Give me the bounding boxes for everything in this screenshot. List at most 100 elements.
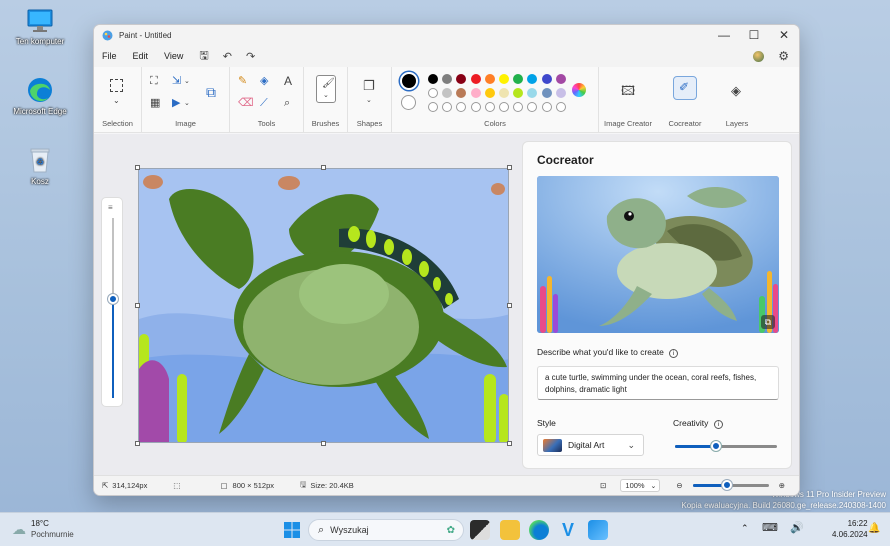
resize-icon[interactable]: ⇲ [172, 76, 181, 87]
color-swatch[interactable] [470, 74, 481, 84]
color-swatch[interactable] [555, 88, 566, 98]
color-swatch[interactable] [484, 74, 495, 84]
brush-icon[interactable]: 🖌 ⌄ [316, 75, 336, 103]
color-swatch[interactable] [484, 102, 495, 112]
desktop-icon-recycle-bin[interactable]: ♻ Kosz [0, 146, 80, 186]
network-icon[interactable]: ⌨ [762, 521, 778, 534]
store-icon[interactable] [588, 520, 608, 540]
color-swatch[interactable] [470, 88, 481, 98]
color-swatch[interactable] [428, 74, 438, 84]
color-swatch[interactable] [442, 102, 453, 112]
edit-colors-icon[interactable] [572, 83, 586, 97]
account-avatar[interactable] [753, 50, 765, 62]
show-hidden-icons[interactable]: ⌃ [741, 523, 749, 534]
fill-bucket-icon[interactable]: ◈ [260, 76, 268, 87]
layers-icon[interactable]: ◈ [731, 84, 741, 97]
undo-icon[interactable]: ↶ [223, 50, 232, 63]
crop-icon[interactable]: ⛶ [150, 76, 158, 87]
resize-handle[interactable] [507, 303, 512, 308]
select-all-icon[interactable]: ▦ [150, 98, 160, 109]
task-view-icon[interactable] [470, 520, 490, 540]
color-swatch[interactable] [555, 74, 566, 84]
select-rectangle-icon[interactable] [110, 79, 123, 92]
start-button[interactable] [282, 520, 302, 540]
chevron-down-icon[interactable]: ⌄ [113, 97, 120, 105]
desktop-icon-this-pc[interactable]: Ten komputer [0, 8, 80, 46]
menu-edit[interactable]: Edit [133, 51, 149, 61]
shapes-icon[interactable]: ❐ [363, 79, 375, 92]
save-icon[interactable]: 🖫 [199, 47, 208, 66]
clock-date[interactable]: 4.06.2024 [832, 529, 868, 540]
chevron-down-icon[interactable]: ⌄ [184, 78, 190, 85]
text-icon[interactable]: A [284, 75, 292, 87]
color-swatch[interactable] [513, 74, 524, 84]
resize-handle[interactable] [321, 165, 326, 170]
color-swatch[interactable] [470, 102, 481, 112]
info-icon[interactable]: i [713, 420, 723, 429]
color-swatch[interactable] [527, 88, 538, 98]
edge-taskbar-icon[interactable] [529, 520, 549, 540]
open-image-icon[interactable]: ⧉ [761, 315, 775, 329]
ribbon-group-cocreator[interactable]: ✐ Cocreator [657, 67, 713, 132]
settings-gear-icon[interactable]: ⚙ [778, 49, 789, 63]
redo-icon[interactable]: ↷ [246, 50, 255, 63]
ribbon-group-layers[interactable]: ◈ Layers [713, 67, 761, 132]
clock-time[interactable]: 16:22 [832, 518, 868, 529]
creativity-slider-thumb[interactable] [710, 441, 721, 451]
zoom-dropdown[interactable]: 100% ⌄ [620, 479, 661, 492]
color-swatch[interactable] [541, 88, 552, 98]
zoom-slider-thumb[interactable] [721, 480, 732, 490]
ribbon-group-image-creator[interactable]: 🖾 Image Creator [599, 67, 657, 132]
color-swatch[interactable] [499, 88, 509, 98]
resize-handle[interactable] [321, 441, 326, 446]
color-swatch[interactable] [513, 102, 524, 112]
rotate-icon[interactable]: ▶ [172, 98, 180, 109]
eraser-icon[interactable]: ⌫ [238, 98, 254, 109]
zoom-out-icon[interactable]: ⊖ [676, 481, 682, 490]
secondary-color[interactable] [401, 95, 416, 110]
color-swatch[interactable] [428, 88, 438, 98]
color-swatch[interactable] [456, 74, 467, 84]
color-swatch[interactable] [513, 88, 524, 98]
prompt-textarea[interactable]: a cute turtle, swimming under the ocean,… [537, 366, 779, 400]
file-explorer-icon[interactable] [500, 520, 520, 540]
color-swatch[interactable] [499, 74, 509, 84]
weather-widget[interactable]: ☁ 18°C Pochmurnie [12, 518, 74, 540]
color-swatch[interactable] [428, 102, 438, 112]
color-swatch[interactable] [442, 74, 453, 84]
resize-handle[interactable] [507, 441, 512, 446]
close-button[interactable]: ✕ [769, 25, 799, 45]
title-bar[interactable]: Paint - Untitled — ☐ ✕ [94, 25, 799, 45]
zoom-slider[interactable] [692, 480, 769, 490]
remove-background-icon[interactable]: ⧉ [206, 85, 216, 99]
color-swatch[interactable] [456, 88, 467, 98]
zoom-in-icon[interactable]: ⊕ [779, 481, 785, 490]
resize-handle[interactable] [507, 165, 512, 170]
menu-view[interactable]: View [164, 51, 183, 61]
color-swatch[interactable] [527, 74, 538, 84]
taskbar-search[interactable]: ⌕ Wyszukaj ✿ [308, 519, 464, 541]
minimize-button[interactable]: — [709, 25, 739, 45]
primary-color[interactable] [400, 72, 418, 90]
resize-handle[interactable] [135, 441, 140, 446]
style-dropdown[interactable]: Digital Art ⌄ [537, 434, 644, 456]
menu-file[interactable]: File [102, 51, 117, 61]
fit-to-window-icon[interactable]: ⊡ [600, 481, 606, 490]
resize-handle[interactable] [135, 165, 140, 170]
cocreator-icon[interactable]: ✐ [673, 76, 697, 100]
slider-thumb[interactable] [108, 294, 118, 304]
info-icon[interactable]: i [669, 349, 679, 358]
color-swatch[interactable] [484, 88, 495, 98]
color-swatch[interactable] [527, 102, 538, 112]
color-swatch[interactable] [456, 102, 467, 112]
color-swatch[interactable] [541, 74, 552, 84]
resize-handle[interactable] [135, 303, 140, 308]
color-swatch[interactable] [555, 102, 566, 112]
color-picker-icon[interactable]: ⟋ [260, 98, 268, 109]
brush-size-slider[interactable]: ≡ [101, 197, 123, 407]
magnifier-icon[interactable]: ⌕ [284, 98, 290, 109]
creativity-slider[interactable] [675, 441, 777, 451]
color-swatch[interactable] [499, 102, 509, 112]
chevron-down-icon[interactable]: ⌄ [366, 97, 372, 104]
drawing-canvas[interactable] [138, 168, 509, 443]
